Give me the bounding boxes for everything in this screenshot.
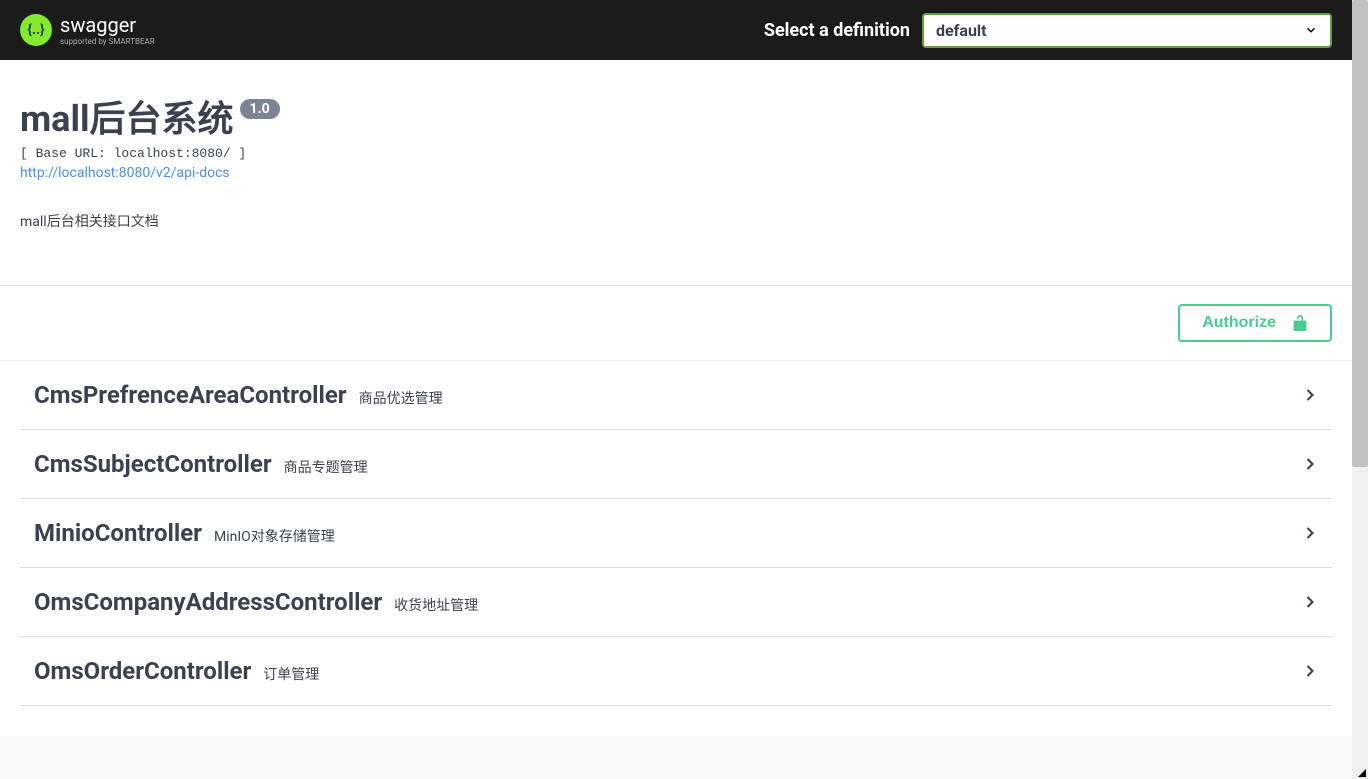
auth-section: Authorize: [0, 285, 1352, 361]
swagger-logo[interactable]: {..} swagger supported by SMARTBEAR: [20, 14, 155, 46]
api-description: mall后台相关接口文档: [20, 211, 1332, 231]
tags-section: CmsPrefrenceAreaController 商品优选管理 CmsSub…: [0, 361, 1352, 736]
version-badge: 1.0: [240, 99, 280, 119]
api-title: mall后台系统: [20, 90, 234, 142]
chevron-right-icon: [1300, 385, 1320, 405]
api-docs-link[interactable]: http://localhost:8080/v2/api-docs: [20, 165, 230, 181]
base-url: [ Base URL: localhost:8080/ ]: [20, 146, 1332, 161]
authorize-button[interactable]: Authorize: [1178, 304, 1332, 342]
tag-desc: 收货地址管理: [394, 595, 478, 615]
tag-name: OmsOrderController: [34, 657, 251, 685]
chevron-right-icon: [1300, 523, 1320, 543]
logo-subtitle: supported by SMARTBEAR: [60, 37, 155, 46]
tag-desc: 商品专题管理: [284, 457, 368, 477]
definition-select[interactable]: default: [922, 13, 1332, 48]
scrollbar[interactable]: [1352, 0, 1368, 779]
scrollbar-thumb[interactable]: [1352, 0, 1368, 467]
tag-row[interactable]: CmsSubjectController 商品专题管理: [20, 430, 1332, 499]
tag-row[interactable]: CmsPrefrenceAreaController 商品优选管理: [20, 361, 1332, 430]
chevron-right-icon: [1300, 454, 1320, 474]
authorize-label: Authorize: [1202, 314, 1276, 332]
chevron-right-icon: [1300, 592, 1320, 612]
tag-desc: 订单管理: [263, 664, 319, 684]
definition-selected: default: [936, 21, 987, 40]
swagger-logo-icon: {..}: [20, 14, 52, 46]
resize-grip-icon: [1358, 769, 1366, 777]
tag-name: MinioController: [34, 519, 202, 547]
chevron-right-icon: [1300, 661, 1320, 681]
tag-row[interactable]: OmsOrderController 订单管理: [20, 637, 1332, 706]
tag-name: OmsCompanyAddressController: [34, 588, 382, 616]
tag-desc: 商品优选管理: [359, 388, 443, 408]
definition-label: Select a definition: [764, 20, 910, 41]
logo-name: swagger: [60, 15, 155, 35]
tag-row[interactable]: MinioController MinIO对象存储管理: [20, 499, 1332, 568]
tag-name: CmsPrefrenceAreaController: [34, 381, 347, 409]
tag-desc: MinIO对象存储管理: [214, 526, 335, 546]
chevron-down-icon: [1304, 23, 1318, 37]
topbar: {..} swagger supported by SMARTBEAR Sele…: [0, 0, 1352, 60]
unlock-icon: [1292, 314, 1308, 332]
tag-row[interactable]: OmsCompanyAddressController 收货地址管理: [20, 568, 1332, 637]
tag-name: CmsSubjectController: [34, 450, 272, 478]
info-section: mall后台系统 1.0 [ Base URL: localhost:8080/…: [0, 60, 1352, 281]
